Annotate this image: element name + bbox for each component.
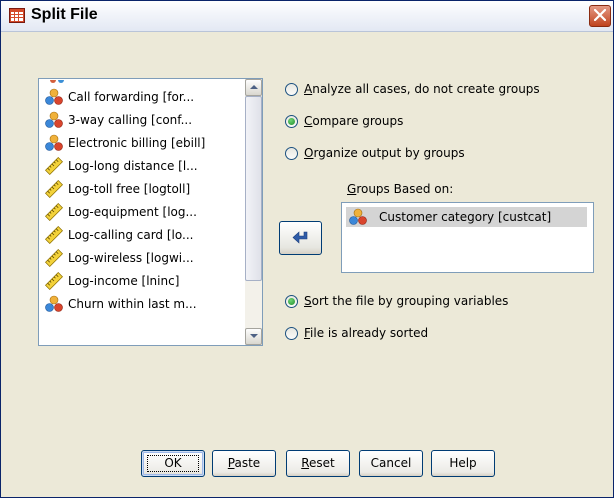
close-icon [594, 9, 606, 21]
sort-file-radio[interactable] [285, 295, 298, 308]
variable-label: Log-income [lninc] [68, 274, 180, 288]
organize-output-radio[interactable] [285, 147, 298, 160]
nominal-icon [45, 88, 63, 106]
group-variable-item[interactable]: Customer category [custcat] [346, 207, 587, 227]
title-bar[interactable]: Split File [1, 1, 613, 32]
help-button[interactable]: Help [431, 450, 495, 477]
paste-label: Paste [227, 456, 261, 470]
variable-label: Churn within last m... [68, 297, 197, 311]
compare-groups-label: Compare groups [304, 114, 404, 128]
scale-icon [45, 272, 63, 290]
reset-button[interactable]: Reset [286, 450, 350, 477]
reset-label: Reset [301, 456, 335, 470]
group-variable-label: Customer category [custcat] [379, 210, 552, 224]
nominal-icon [45, 295, 63, 313]
variable-label: Log-toll free [logtoll] [68, 182, 191, 196]
nominal-icon [349, 208, 367, 226]
scale-icon [45, 249, 63, 267]
scroll-thumb[interactable] [245, 96, 262, 281]
partial-list-item [49, 79, 89, 83]
scale-icon [45, 203, 63, 221]
already-sorted-radio[interactable] [285, 327, 298, 340]
variable-label: Log-calling card [lo... [68, 228, 194, 242]
scale-icon [45, 226, 63, 244]
variable-label: Log-equipment [log... [68, 205, 197, 219]
arrow-left-icon [292, 231, 307, 244]
analyze-all-radio[interactable] [285, 83, 298, 96]
chevron-up-icon [249, 85, 258, 89]
scale-icon [45, 157, 63, 175]
chevron-down-icon [249, 334, 258, 338]
data-grid-icon [9, 8, 25, 23]
close-button[interactable] [589, 5, 611, 27]
organize-output-label: Organize output by groups [304, 146, 465, 160]
analyze-all-label: Analyze all cases, do not create groups [304, 82, 540, 96]
scroll-down-button[interactable] [245, 328, 262, 345]
variable-label: Electronic billing [ebill] [68, 136, 206, 150]
variable-label: Log-long distance [l... [68, 159, 198, 173]
vertical-scrollbar[interactable] [245, 79, 262, 345]
scroll-up-button[interactable] [245, 79, 262, 96]
nominal-icon [45, 111, 63, 129]
cancel-label: Cancel [370, 456, 412, 470]
move-variable-button[interactable] [279, 221, 322, 255]
ok-button[interactable]: OK [141, 450, 205, 477]
cancel-button[interactable]: Cancel [359, 450, 423, 477]
focus-ring [147, 455, 199, 472]
groups-based-on-label: Groups Based on: [347, 182, 454, 196]
window-title: Split File [31, 6, 98, 23]
scale-icon [45, 180, 63, 198]
variable-label: 3-way calling [conf... [68, 113, 193, 127]
groups-based-on-list[interactable]: Customer category [custcat] [341, 202, 594, 273]
nominal-icon [45, 134, 63, 152]
sort-file-label: Sort the file by grouping variables [304, 294, 509, 308]
variable-label: Call forwarding [for... [68, 90, 195, 104]
variables-list[interactable]: Call forwarding [for... 3-way calling [co… [38, 78, 263, 346]
split-file-dialog: Split File Call forwarding [for... 3-way … [0, 0, 614, 498]
variable-label: Log-wireless [logwi... [68, 251, 194, 265]
already-sorted-label: File is already sorted [304, 326, 429, 340]
paste-button[interactable]: Paste [212, 450, 276, 477]
compare-groups-radio[interactable] [285, 115, 298, 128]
help-label: Help [449, 456, 477, 470]
